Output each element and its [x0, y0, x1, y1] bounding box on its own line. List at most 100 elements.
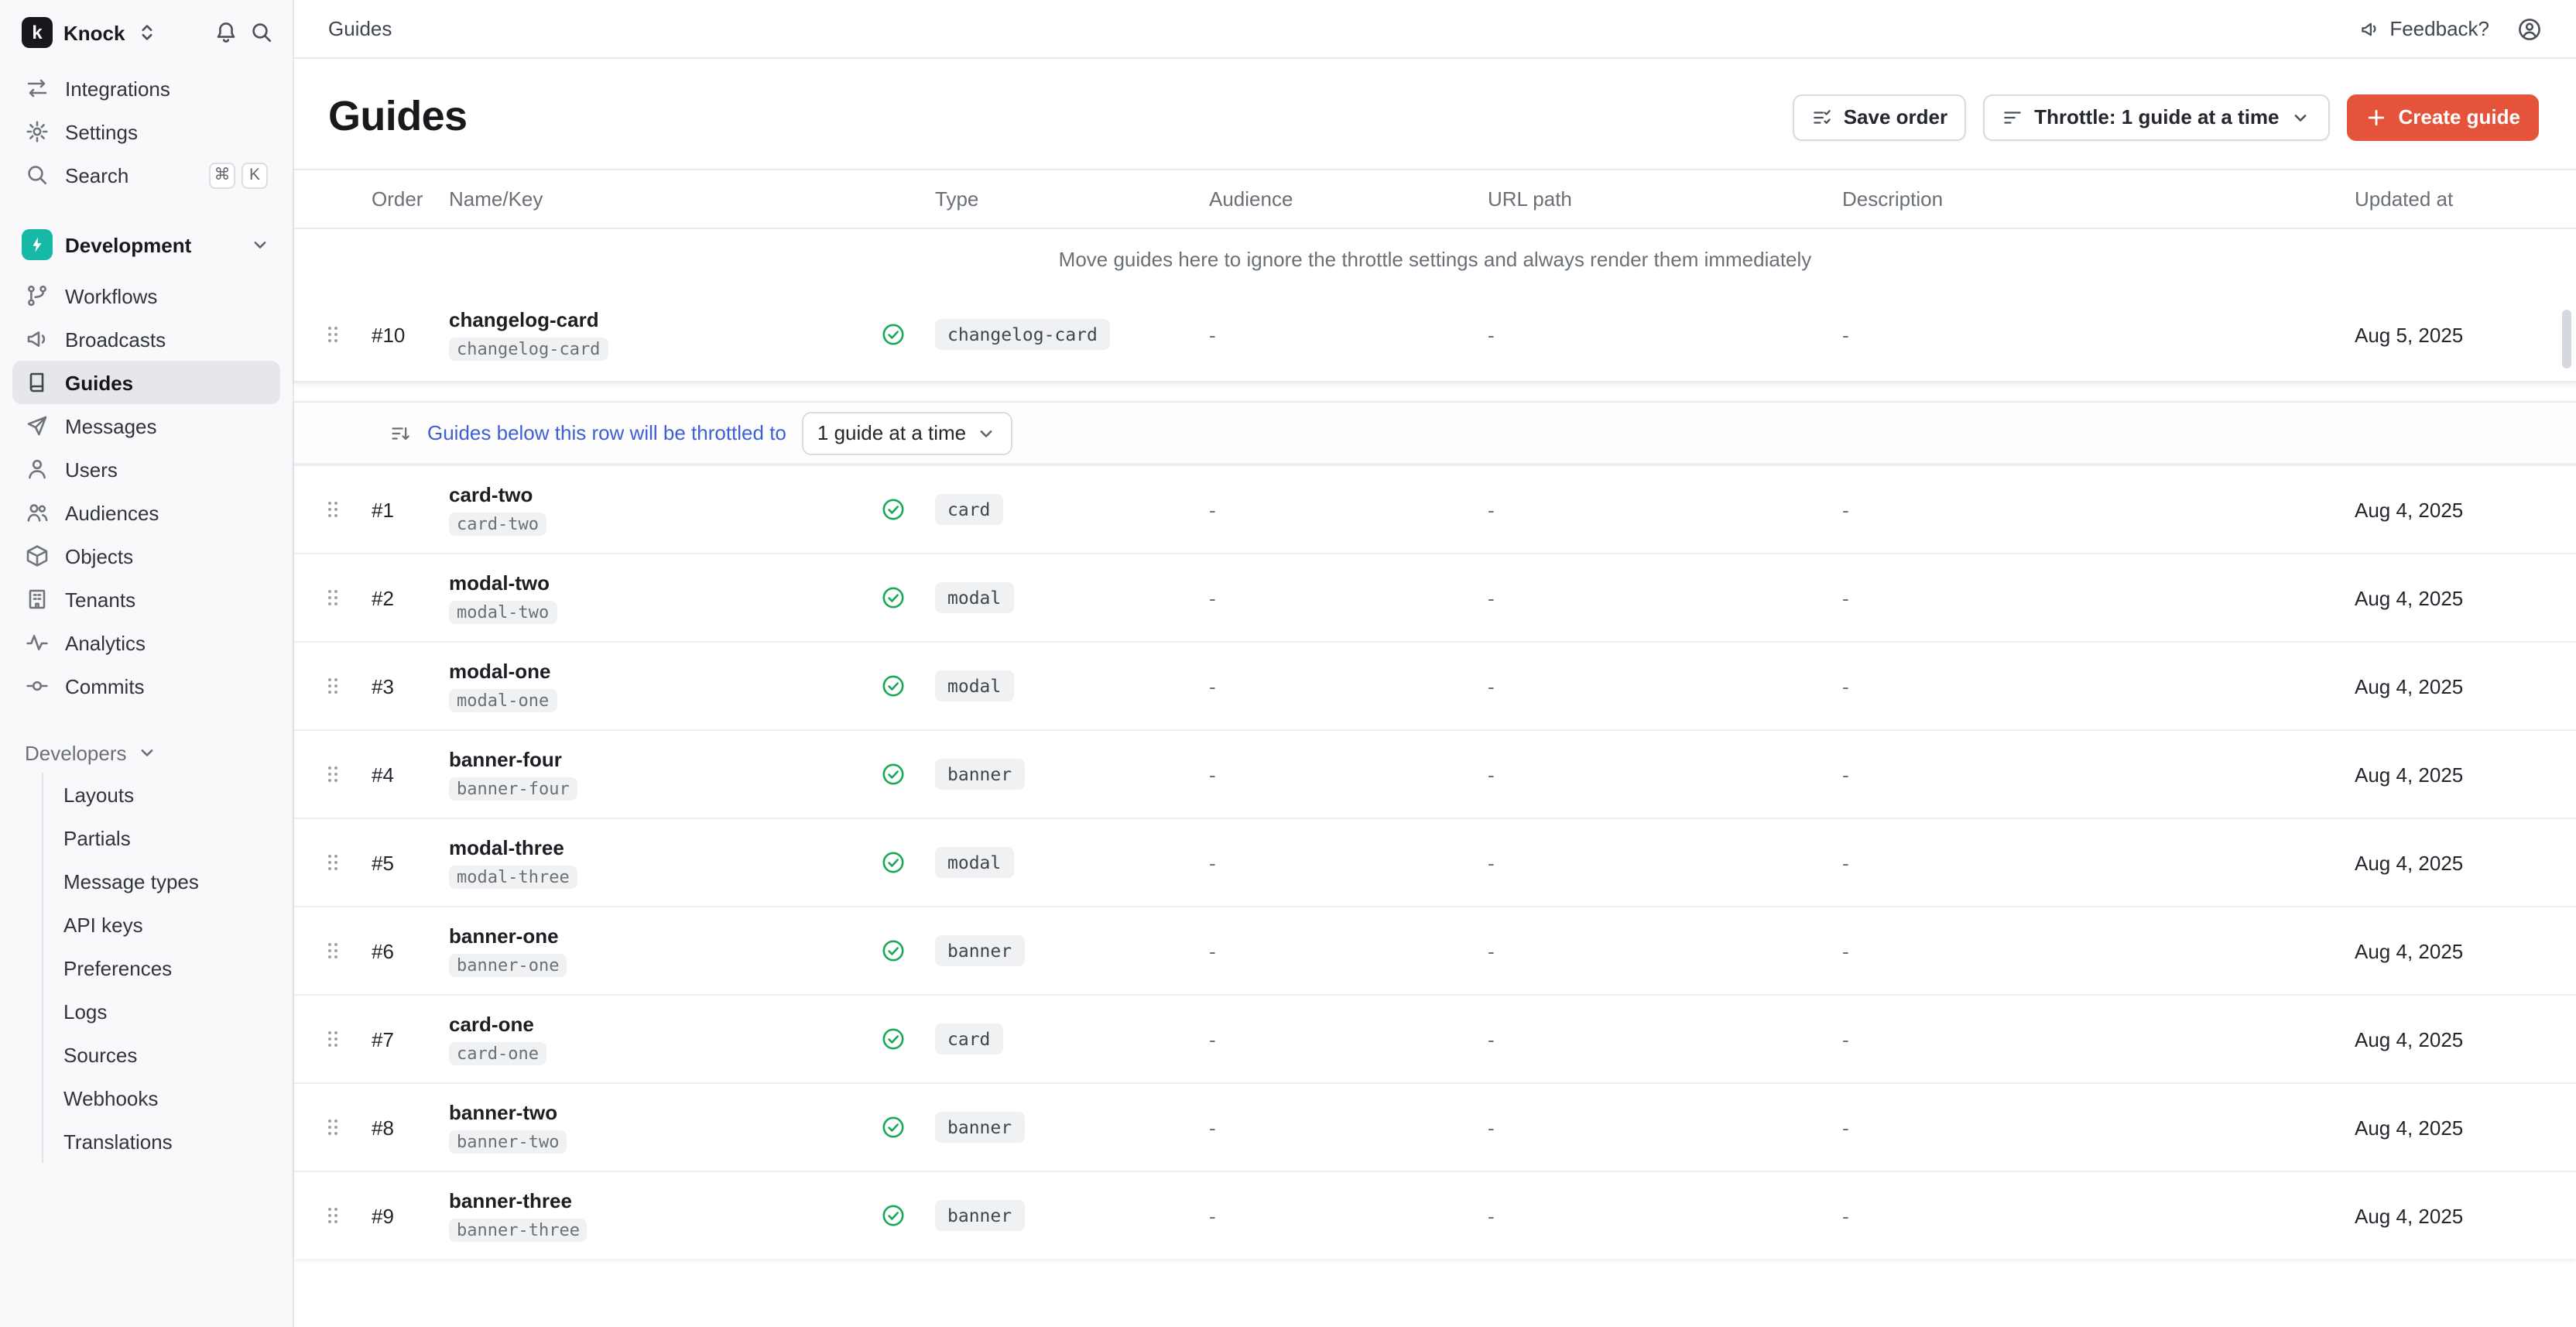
sidebar-item-broadcasts[interactable]: Broadcasts — [12, 317, 280, 361]
sidebar-dev-item[interactable]: Translations — [43, 1120, 280, 1163]
sidebar-item-objects[interactable]: Objects — [12, 534, 280, 578]
throttle-button[interactable]: Throttle: 1 guide at a time — [1983, 94, 2330, 140]
guide-row[interactable]: #9 banner-three banner-three banner - - … — [294, 1171, 2576, 1259]
sidebar-item-label: Preferences — [63, 956, 172, 979]
sidebar-item-tenants[interactable]: Tenants — [12, 578, 280, 621]
drag-handle[interactable] — [294, 1203, 372, 1228]
save-order-button[interactable]: Save order — [1793, 94, 1966, 140]
sidebar-item-label: Message types — [63, 869, 199, 893]
guide-row[interactable]: #5 modal-three modal-three modal - - - A… — [294, 818, 2576, 906]
drag-handle[interactable] — [294, 850, 372, 875]
status-check-icon — [881, 938, 935, 963]
notifications-bell-icon[interactable] — [214, 20, 238, 45]
updated-at-cell: Aug 4, 2025 — [2355, 763, 2576, 786]
send-icon — [25, 413, 50, 438]
sidebar-dev-item[interactable]: Sources — [43, 1033, 280, 1076]
throttle-divider-row: Guides below this row will be throttled … — [294, 403, 2576, 465]
feedback-button[interactable]: Feedback? — [2358, 17, 2489, 40]
guide-row[interactable]: #6 banner-one banner-one banner - - - Au… — [294, 906, 2576, 994]
type-badge: modal — [935, 670, 1013, 701]
user-icon — [25, 457, 50, 482]
account-menu-button[interactable] — [2517, 16, 2542, 41]
sidebar-item-label: Layouts — [63, 783, 134, 806]
feedback-icon — [2358, 18, 2380, 39]
chevrons-up-down-icon[interactable] — [135, 22, 157, 43]
sidebar-dev-item[interactable]: Webhooks — [43, 1076, 280, 1120]
sidebar-dev-item[interactable]: API keys — [43, 903, 280, 946]
sidebar-dev-item[interactable]: Logs — [43, 989, 280, 1033]
drag-handle[interactable] — [294, 1027, 372, 1051]
account-icon — [2517, 16, 2542, 41]
sidebar-dev-item[interactable]: Partials — [43, 816, 280, 859]
sidebar-item-commits[interactable]: Commits — [12, 664, 280, 708]
developers-label: Developers — [25, 741, 127, 764]
guide-key: banner-two — [449, 1130, 567, 1154]
col-order: Order — [372, 187, 449, 211]
sidebar-item-workflows[interactable]: Workflows — [12, 274, 280, 317]
drag-dots-icon — [320, 585, 345, 610]
guide-row[interactable]: #4 banner-four banner-four banner - - - … — [294, 729, 2576, 818]
sidebar-item-messages[interactable]: Messages — [12, 404, 280, 447]
throttle-count-select[interactable]: 1 guide at a time — [802, 411, 1012, 454]
description-cell: - — [1842, 851, 2355, 874]
drag-handle[interactable] — [294, 938, 372, 963]
description-cell: - — [1842, 1204, 2355, 1227]
guide-name: modal-one — [449, 658, 881, 684]
drag-handle[interactable] — [294, 762, 372, 787]
guide-row[interactable]: #2 modal-two modal-two modal - - - Aug 4… — [294, 553, 2576, 641]
sidebar-dev-item[interactable]: Layouts — [43, 773, 280, 816]
guide-row[interactable]: #8 banner-two banner-two banner - - - Au… — [294, 1082, 2576, 1171]
scrollbar-thumb[interactable] — [2562, 310, 2571, 369]
row-order: #1 — [372, 498, 449, 521]
guide-row[interactable]: #7 card-one card-one card - - - Aug 4, 2… — [294, 994, 2576, 1082]
gear-icon — [25, 119, 50, 144]
url-path-cell: - — [1488, 851, 1842, 874]
updated-at-cell: Aug 4, 2025 — [2355, 1204, 2576, 1227]
row-order: #3 — [372, 674, 449, 698]
search-icon[interactable] — [249, 20, 274, 45]
throttle-divider-link[interactable]: Guides below this row will be throttled … — [427, 421, 786, 444]
sidebar-item-search[interactable]: Search ⌘ K — [12, 153, 280, 197]
guide-row[interactable]: #10 changelog-card changelog-card change… — [294, 288, 2576, 381]
pinned-rows: #10 changelog-card changelog-card change… — [294, 288, 2576, 381]
audience-cell: - — [1209, 498, 1488, 521]
sidebar-item-label: Tenants — [65, 588, 135, 611]
git-commit-icon — [25, 674, 50, 698]
drag-handle[interactable] — [294, 1115, 372, 1140]
workspace-name: Knock — [63, 21, 125, 44]
drag-dots-icon — [320, 497, 345, 522]
sidebar-item-settings[interactable]: Settings — [12, 110, 280, 153]
type-badge: banner — [935, 1200, 1024, 1231]
guide-key: banner-one — [449, 954, 567, 977]
guide-row[interactable]: #3 modal-one modal-one modal - - - Aug 4… — [294, 641, 2576, 729]
sidebar-item-audiences[interactable]: Audiences — [12, 491, 280, 534]
sidebar-item-users[interactable]: Users — [12, 447, 280, 491]
sidebar-dev-item[interactable]: Message types — [43, 859, 280, 903]
drag-handle[interactable] — [294, 497, 372, 522]
sidebar-dev-item[interactable]: Preferences — [43, 946, 280, 989]
guide-key: modal-one — [449, 689, 557, 712]
row-order: #5 — [372, 851, 449, 874]
drag-handle[interactable] — [294, 674, 372, 698]
breadcrumb[interactable]: Guides — [328, 17, 392, 40]
drag-handle[interactable] — [294, 585, 372, 610]
status-check-icon — [881, 322, 935, 347]
drag-handle[interactable] — [294, 322, 372, 347]
description-cell: - — [1842, 1116, 2355, 1139]
guide-key: banner-four — [449, 777, 577, 801]
url-path-cell: - — [1488, 674, 1842, 698]
sidebar-item-integrations[interactable]: Integrations — [12, 67, 280, 110]
search-icon — [25, 163, 50, 187]
url-path-cell: - — [1488, 1027, 1842, 1051]
guide-row[interactable]: #1 card-two card-two card - - - Aug 4, 2… — [294, 465, 2576, 553]
developers-section-toggle[interactable]: Developers — [12, 732, 280, 773]
type-badge: changelog-card — [935, 319, 1110, 350]
workspace-switcher[interactable]: k Knock — [12, 0, 280, 60]
building-icon — [25, 587, 50, 612]
create-guide-button[interactable]: Create guide — [2348, 94, 2540, 140]
url-path-cell: - — [1488, 939, 1842, 962]
description-cell: - — [1842, 498, 2355, 521]
sidebar-item-analytics[interactable]: Analytics — [12, 621, 280, 664]
environment-switcher[interactable]: Development — [12, 221, 280, 268]
sidebar-item-guides[interactable]: Guides — [12, 361, 280, 404]
